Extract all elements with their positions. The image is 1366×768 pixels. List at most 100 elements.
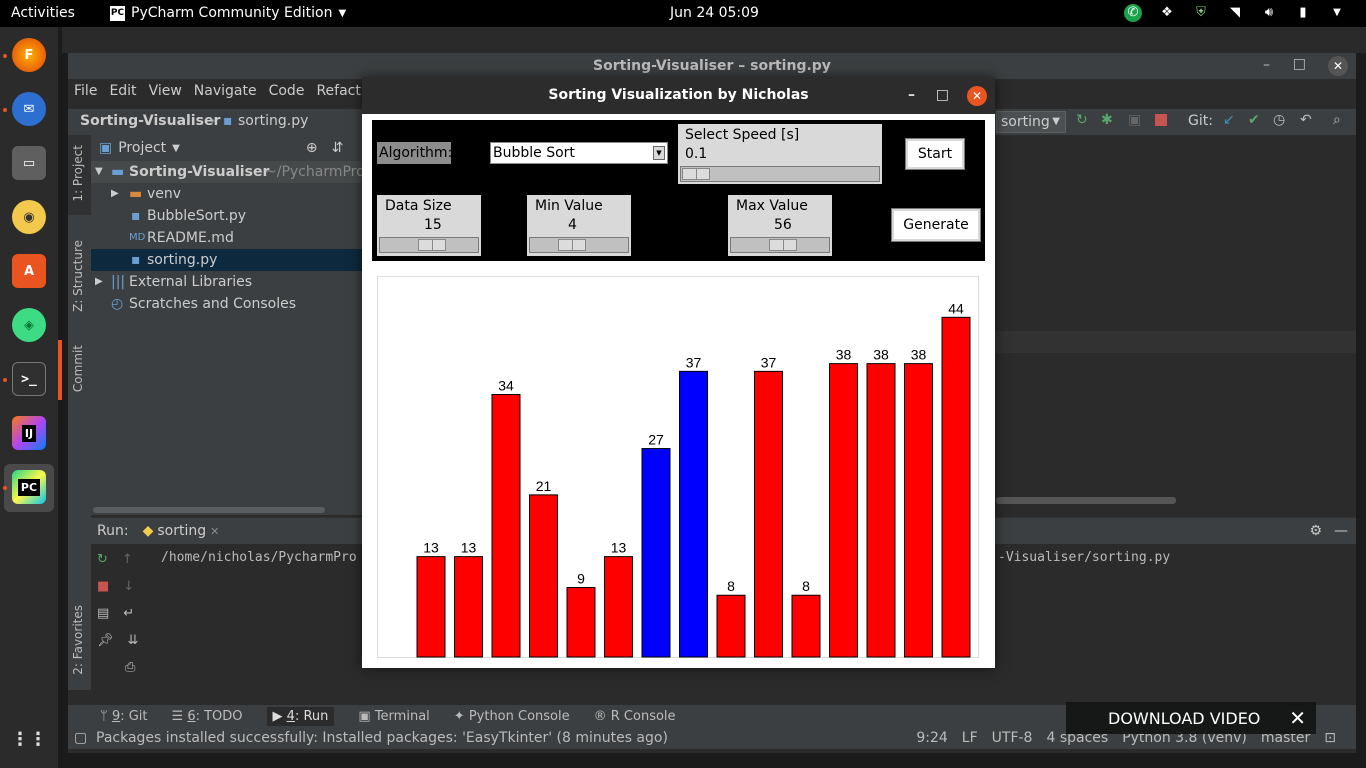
- battery-icon[interactable]: ▮: [1294, 4, 1312, 22]
- editor-scrollbar[interactable]: [996, 497, 1176, 504]
- menu-navigate[interactable]: Navigate: [194, 83, 257, 107]
- run-config-select[interactable]: sorting ▼: [996, 111, 1066, 133]
- rollback-icon[interactable]: ↶: [1300, 112, 1312, 128]
- menu-refactor[interactable]: Refact: [316, 83, 360, 107]
- settings-gear-icon[interactable]: ⚙: [1309, 523, 1322, 539]
- data-size-slider[interactable]: [379, 237, 479, 253]
- download-video-overlay[interactable]: DOWNLOAD VIDEO ✕: [1066, 702, 1316, 734]
- files-icon[interactable]: ▭: [12, 146, 46, 180]
- hide-icon[interactable]: —: [1334, 523, 1348, 539]
- status-line-col[interactable]: 9:24: [916, 730, 947, 746]
- tab-r-console[interactable]: ®︎ R Console: [594, 709, 676, 724]
- tab-favorites[interactable]: 2: Favorites: [71, 605, 85, 675]
- close-icon[interactable]: ✕: [967, 86, 987, 106]
- min-value-slider[interactable]: [529, 237, 629, 253]
- tab-python-console[interactable]: ✦ Python Console: [454, 709, 570, 724]
- stop-icon[interactable]: [1155, 114, 1167, 126]
- maximize-icon[interactable]: □: [1293, 56, 1306, 72]
- volume-icon[interactable]: 🔊︎: [1260, 4, 1278, 22]
- chevron-down-icon[interactable]: ▼: [172, 143, 180, 154]
- git-update-icon[interactable]: ↙: [1223, 112, 1235, 128]
- min-value-slider-thumb[interactable]: [558, 239, 586, 251]
- show-applications-icon[interactable]: ⋮⋮: [11, 722, 47, 756]
- algorithm-select[interactable]: Bubble Sort ▼: [490, 142, 668, 164]
- scroll-down-icon[interactable]: ↓: [123, 579, 134, 594]
- history-icon[interactable]: ◷: [1273, 112, 1285, 128]
- speed-slider[interactable]: [680, 166, 880, 182]
- tree-item-venv[interactable]: ▶ ▬ venv: [91, 183, 366, 205]
- tab-todo[interactable]: ☰ 6: TODO: [172, 709, 243, 724]
- status-encoding[interactable]: UTF-8: [992, 730, 1033, 746]
- wifi-icon[interactable]: ◥: [1226, 4, 1244, 22]
- rhythmbox-icon[interactable]: ◉: [12, 200, 46, 234]
- tab-structure[interactable]: Z: Structure: [71, 240, 85, 312]
- minimize-icon[interactable]: –: [1263, 57, 1270, 73]
- close-icon[interactable]: ✕: [1289, 706, 1306, 730]
- project-header-label[interactable]: Project: [118, 140, 166, 156]
- activities-button[interactable]: Activities: [11, 5, 75, 21]
- coverage-icon[interactable]: ▣: [1128, 112, 1141, 128]
- android-studio-icon[interactable]: ◈: [12, 308, 46, 342]
- menu-file[interactable]: File: [74, 83, 97, 107]
- system-tray[interactable]: ✆ ❖ ⛨ ◥ 🔊︎ ▮ ▼: [1124, 4, 1346, 22]
- locate-icon[interactable]: ⊕: [306, 140, 318, 156]
- close-icon[interactable]: ✕: [1328, 56, 1348, 76]
- generate-button[interactable]: Generate: [891, 208, 981, 242]
- horizontal-scrollbar[interactable]: [93, 507, 325, 513]
- soft-wrap-icon[interactable]: ↵: [123, 606, 134, 621]
- print-icon[interactable]: ⎙: [125, 660, 135, 675]
- pin-icon[interactable]: 📌︎: [97, 633, 114, 648]
- whatsapp-icon[interactable]: ✆: [1124, 4, 1142, 22]
- layout-icon[interactable]: ▤: [97, 606, 109, 621]
- stop-icon[interactable]: ■: [97, 579, 109, 594]
- tab-git[interactable]: ᛘ 9: Git: [100, 709, 148, 724]
- tree-item-sorting[interactable]: ▪ sorting.py: [91, 249, 366, 271]
- breadcrumb-project[interactable]: Sorting-Visualiser: [80, 113, 220, 129]
- run-tab[interactable]: ◆ sorting ✕: [143, 523, 220, 539]
- rerun-icon[interactable]: ↻: [97, 552, 108, 567]
- shield-icon[interactable]: ⛨: [1192, 4, 1210, 22]
- tree-item-readme[interactable]: MD README.md: [91, 227, 366, 249]
- menu-view[interactable]: View: [149, 83, 182, 107]
- dropbox-icon[interactable]: ❖: [1158, 4, 1176, 22]
- firefox-icon[interactable]: F: [12, 38, 46, 72]
- git-commit-icon[interactable]: ✔: [1248, 112, 1260, 128]
- collapse-icon[interactable]: ⇵: [332, 140, 344, 156]
- minimize-icon[interactable]: –: [908, 77, 915, 114]
- run-output[interactable]: /home/nicholas/PycharmPro: [161, 550, 357, 565]
- menu-code[interactable]: Code: [269, 83, 305, 107]
- tab-commit[interactable]: Commit: [71, 345, 85, 392]
- lock-icon[interactable]: ⊡: [1324, 730, 1336, 746]
- data-size-slider-thumb[interactable]: [418, 239, 446, 251]
- tree-item-external-libraries[interactable]: ▶ ||| External Libraries: [91, 271, 366, 293]
- app-menu[interactable]: PC PyCharm Community Edition ▼: [110, 5, 346, 21]
- debug-icon[interactable]: ✱: [1101, 112, 1113, 128]
- dropdown-arrow-icon[interactable]: ▼: [653, 146, 665, 160]
- status-toggle-icon[interactable]: ▢: [74, 730, 87, 746]
- tree-item-root[interactable]: ▼ ▬ Sorting-Visualiser ~/PycharmPro: [91, 161, 366, 183]
- max-value-slider-thumb[interactable]: [769, 239, 797, 251]
- tree-item-scratches[interactable]: ◴ Scratches and Consoles: [91, 293, 366, 315]
- rerun-icon[interactable]: ↻: [1076, 112, 1088, 128]
- intellij-icon[interactable]: IJ: [12, 416, 46, 450]
- terminal-icon[interactable]: >_: [12, 362, 46, 396]
- status-line-separator[interactable]: LF: [962, 730, 978, 746]
- status-message[interactable]: Packages installed successfully: Install…: [96, 730, 668, 746]
- max-value-slider[interactable]: [730, 237, 830, 253]
- maximize-icon[interactable]: □: [936, 77, 949, 114]
- tab-project[interactable]: 1: Project: [71, 145, 85, 202]
- clock[interactable]: Jun 24 05:09: [670, 5, 759, 21]
- pycharm-dock-icon[interactable]: PC: [12, 470, 46, 504]
- power-icon[interactable]: ▼: [1328, 4, 1346, 22]
- breadcrumb-file[interactable]: sorting.py: [238, 113, 308, 129]
- speed-slider-thumb[interactable]: [682, 168, 710, 180]
- tab-terminal[interactable]: ▣ Terminal: [358, 709, 429, 724]
- scroll-to-end-icon[interactable]: ⇊: [128, 633, 139, 648]
- tree-item-bubblesort[interactable]: ▪ BubbleSort.py: [91, 205, 366, 227]
- search-icon[interactable]: ⌕: [1333, 112, 1341, 128]
- scroll-up-icon[interactable]: ↑: [122, 552, 133, 567]
- tab-run[interactable]: ▶ 4: Run: [266, 706, 335, 726]
- close-icon[interactable]: ✕: [210, 525, 219, 538]
- thunderbird-icon[interactable]: ✉: [12, 92, 46, 126]
- menu-edit[interactable]: Edit: [109, 83, 136, 107]
